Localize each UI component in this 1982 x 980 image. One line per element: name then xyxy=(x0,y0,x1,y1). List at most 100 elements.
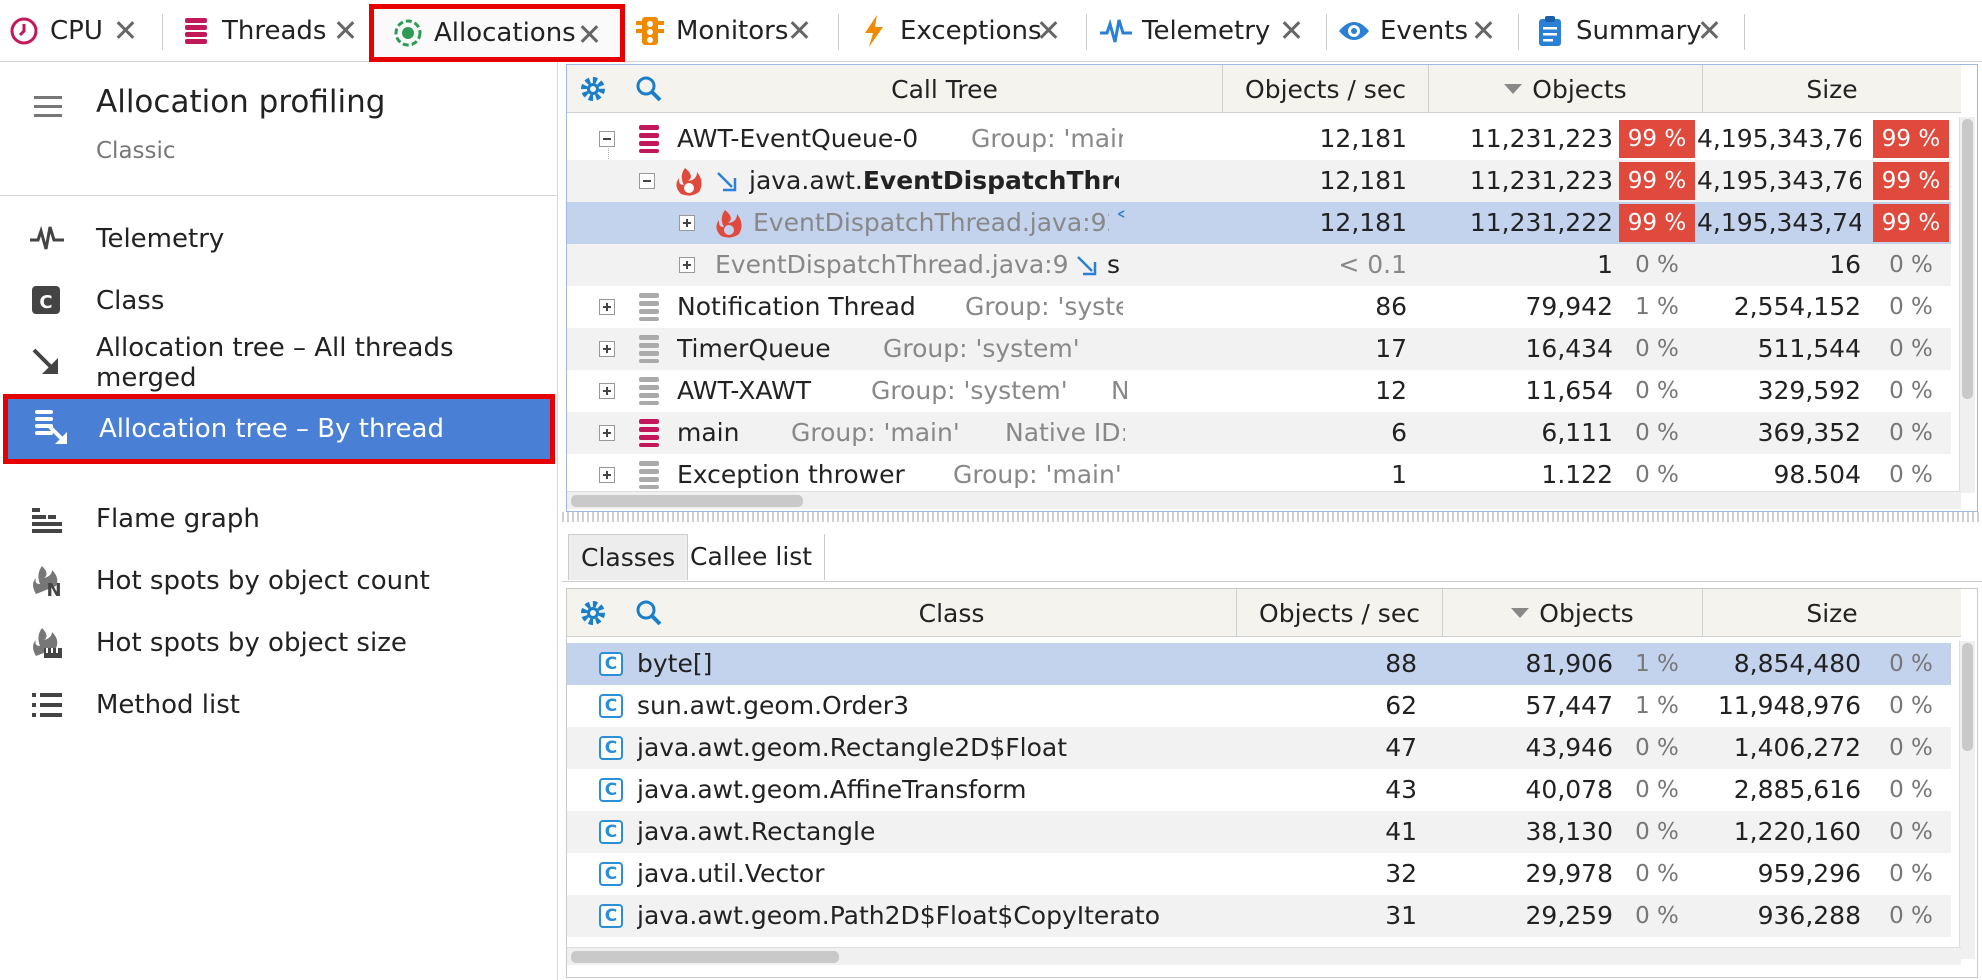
tab-label: Monitors xyxy=(676,16,789,46)
classes-header: Class Objects / sec Objects Size xyxy=(567,589,1961,637)
table-row[interactable]: C java.awt.geom.Path2D$Float$CopyIterato… xyxy=(567,895,1951,937)
scrollbar-thumb[interactable] xyxy=(571,495,803,507)
table-row[interactable]: C byte[] 88 81,906 1 % 8,854,480 0 % xyxy=(567,643,1951,685)
column-header-class[interactable]: Class xyxy=(667,589,1237,637)
scrollbar-thumb[interactable] xyxy=(1962,119,1973,399)
close-icon[interactable] xyxy=(1470,17,1496,43)
table-row[interactable]: C java.awt.geom.AffineTransform 43 40,07… xyxy=(567,769,1951,811)
sidebar-item-allocation-tree-merged[interactable]: Allocation tree – All threads merged xyxy=(0,332,558,394)
hot-spot-icon xyxy=(713,208,745,246)
sidebar: Allocation profiling Classic Telemetry C… xyxy=(0,62,558,980)
thread-icon xyxy=(639,377,659,405)
vertical-scrollbar[interactable] xyxy=(1959,641,1975,959)
sidebar-item-telemetry[interactable]: Telemetry xyxy=(0,208,558,270)
tab-allocations[interactable]: Allocations xyxy=(369,4,625,62)
sidebar-item-method-list[interactable]: Method list xyxy=(0,674,558,736)
search-icon[interactable] xyxy=(635,75,663,103)
collapse-icon[interactable] xyxy=(599,131,615,147)
tab-bar: CPU Threads Allocations Monitors Excepti… xyxy=(0,0,1982,62)
tab-telemetry[interactable]: Telemetry xyxy=(1100,0,1326,62)
sidebar-item-label: Hot spots by object size xyxy=(96,628,407,658)
horizontal-scrollbar[interactable] xyxy=(567,491,1961,509)
class-icon: C xyxy=(30,284,64,318)
sidebar-item-allocation-tree-by-thread[interactable]: Allocation tree – By thread xyxy=(3,394,555,464)
expand-icon[interactable] xyxy=(599,299,615,315)
column-header-call-tree[interactable]: Call Tree xyxy=(667,65,1223,113)
table-row[interactable]: AWT-XAWT Group: 'system' N 12 11,654 0 %… xyxy=(567,370,1951,412)
close-icon[interactable] xyxy=(786,17,812,43)
tab-cpu[interactable]: CPU xyxy=(8,0,160,62)
table-row[interactable]: EventDispatchThread.java:92 ˂ 12,181 11,… xyxy=(567,202,1951,244)
tab-callee-list[interactable]: Callee list xyxy=(678,534,826,580)
expand-icon[interactable] xyxy=(599,341,615,357)
table-row[interactable]: Notification Thread Group: 'syster 86 79… xyxy=(567,286,1951,328)
collapse-icon[interactable] xyxy=(639,173,655,189)
clock-icon xyxy=(8,15,40,47)
table-row[interactable]: main Group: 'main' Native ID: 6 6,111 0 … xyxy=(567,412,1951,454)
close-icon[interactable] xyxy=(332,17,358,43)
table-row[interactable]: C sun.awt.geom.Order3 62 57,447 1 % 11,9… xyxy=(567,685,1951,727)
tab-label: Telemetry xyxy=(1142,16,1271,46)
tab-exceptions[interactable]: Exceptions xyxy=(858,0,1083,62)
sort-descending-icon xyxy=(1504,84,1523,94)
tab-events[interactable]: Events xyxy=(1338,0,1518,62)
tab-threads[interactable]: Threads xyxy=(180,0,380,62)
close-icon[interactable] xyxy=(1278,17,1304,43)
hotspot-size-icon xyxy=(30,626,64,660)
tab-label: CPU xyxy=(50,16,103,46)
gear-icon[interactable] xyxy=(579,75,607,103)
pulse-icon xyxy=(30,222,64,256)
table-row[interactable]: Exception thrower Group: 'main' 1 1.122 … xyxy=(567,454,1951,496)
list-icon xyxy=(30,688,64,722)
vertical-scrollbar[interactable] xyxy=(1959,117,1975,493)
table-row[interactable]: C java.awt.geom.Rectangle2D$Float 47 43,… xyxy=(567,727,1951,769)
column-header-size[interactable]: Size xyxy=(1703,65,1961,113)
scrollbar-thumb[interactable] xyxy=(571,951,839,963)
close-icon[interactable] xyxy=(1035,17,1061,43)
sort-descending-icon xyxy=(1511,608,1530,618)
tab-classes[interactable]: Classes xyxy=(568,534,689,580)
table-row[interactable]: EventDispatchThread.java:90 s < 0.1 1 0 … xyxy=(567,244,1951,286)
close-icon[interactable] xyxy=(1696,17,1722,43)
horizontal-scrollbar[interactable] xyxy=(567,947,1961,965)
close-icon[interactable] xyxy=(576,21,602,47)
expand-icon[interactable] xyxy=(679,257,695,273)
close-icon[interactable] xyxy=(112,17,138,43)
tab-label: Exceptions xyxy=(900,16,1042,46)
column-header-size[interactable]: Size xyxy=(1703,589,1961,637)
search-icon[interactable] xyxy=(635,599,663,627)
class-icon: C xyxy=(599,736,623,760)
gear-icon[interactable] xyxy=(579,599,607,627)
class-icon: C xyxy=(599,694,623,718)
table-row[interactable]: TimerQueue Group: 'system' 17 16,434 0 %… xyxy=(567,328,1951,370)
sidebar-item-label: Telemetry xyxy=(96,224,225,254)
table-row[interactable]: AWT-EventQueue-0 Group: 'main 12,181 11,… xyxy=(567,118,1951,160)
table-row[interactable]: C java.util.Vector 32 29,978 0 % 959,296… xyxy=(567,853,1951,895)
splitter-handle[interactable] xyxy=(562,512,1982,522)
column-header-objects[interactable]: Objects xyxy=(1443,589,1703,637)
sidebar-item-hot-spots-size[interactable]: Hot spots by object size xyxy=(0,612,558,674)
sidebar-item-label: Allocation tree – By thread xyxy=(99,414,444,444)
table-row[interactable]: java.awt.EventDispatchThread 12,181 11,2… xyxy=(567,160,1951,202)
expand-icon[interactable] xyxy=(679,215,695,231)
arrow-down-right-icon xyxy=(1075,254,1099,284)
expand-icon[interactable] xyxy=(599,425,615,441)
tab-summary[interactable]: Summary xyxy=(1534,0,1744,62)
expand-icon[interactable] xyxy=(599,467,615,483)
hamburger-menu-icon[interactable] xyxy=(34,96,62,118)
sidebar-item-hot-spots-count[interactable]: N Hot spots by object count xyxy=(0,550,558,612)
column-header-objects[interactable]: Objects xyxy=(1429,65,1703,113)
tab-label: Summary xyxy=(1576,16,1702,46)
table-row[interactable]: C java.awt.Rectangle 41 38,130 0 % 1,220… xyxy=(567,811,1951,853)
expand-icon[interactable] xyxy=(599,383,615,399)
sidebar-subtitle: Classic xyxy=(96,138,176,164)
thread-icon xyxy=(639,125,659,153)
sidebar-item-flame-graph[interactable]: Flame graph xyxy=(0,488,558,550)
sidebar-item-class[interactable]: C Class xyxy=(0,270,558,332)
subtab-bar: Classes Callee list xyxy=(562,532,1982,582)
column-header-objects-per-sec[interactable]: Objects / sec xyxy=(1237,589,1443,637)
scrollbar-thumb[interactable] xyxy=(1962,643,1973,751)
tab-monitors[interactable]: Monitors xyxy=(634,0,834,62)
arrow-down-right-icon xyxy=(715,170,739,200)
column-header-objects-per-sec[interactable]: Objects / sec xyxy=(1223,65,1429,113)
